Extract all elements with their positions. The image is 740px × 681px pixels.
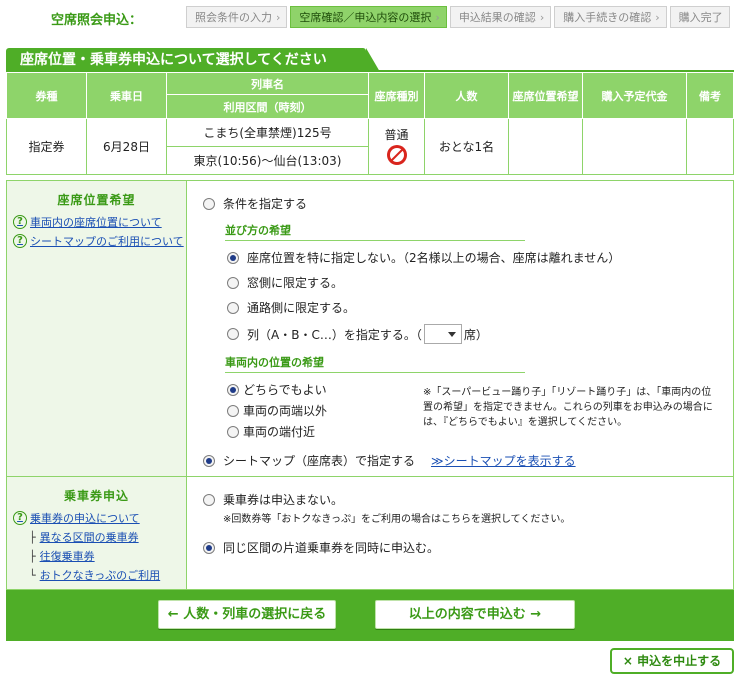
cell-train-name: こまち(全車禁煙)125号 <box>166 118 369 147</box>
seat-position-heading: 座席位置希望 <box>57 193 136 207</box>
column-select[interactable] <box>423 324 462 344</box>
chevron-right-icon: › <box>435 11 440 24</box>
cell-section: 東京(10:56)～仙台(13:03) <box>166 146 369 175</box>
page-title: 座席位置・乗車券申込について選択してください <box>6 48 380 72</box>
ticket-side: 乗車券申込 ? 乗車券の申込について ├ 異なる区間の乗車券 ├ 往復乗車券 └ おトク… <box>7 477 187 589</box>
opt-no-ticket[interactable]: 乗車券は申込まない。 <box>203 491 719 508</box>
header-section: 利用区間（時刻） <box>166 94 369 119</box>
submit-button[interactable]: 以上の内容で申込む → <box>375 600 575 629</box>
ticket-heading: 乗車券申込 <box>63 489 129 503</box>
radio-near-ends[interactable] <box>227 425 239 438</box>
seat-position-main: 条件を指定する 並び方の希望 座席位置を特に指定しない。（2名様以上の場合、座席… <box>187 181 733 476</box>
opt-window[interactable]: 窓側に限定する。 <box>227 274 719 291</box>
help-link-seat-position[interactable]: ? 車両内の座席位置について <box>13 214 180 230</box>
opt-same-section[interactable]: 同じ区間の片道乗車券を同時に申込む。 <box>203 539 719 556</box>
radio-window[interactable] <box>227 276 239 289</box>
help-link-ticket[interactable]: ? 乗車券の申込について <box>13 510 180 526</box>
action-bar: ← 人数・列車の選択に戻る 以上の内容で申込む → <box>6 590 734 641</box>
radio-no-preference[interactable] <box>227 251 239 264</box>
radio-column[interactable] <box>227 328 239 340</box>
opt-near-ends[interactable]: 車両の端付近 <box>227 423 423 440</box>
header-seat-type: 座席種別 <box>368 72 425 119</box>
radio-specify-conditions[interactable] <box>203 197 215 210</box>
no-ticket-note: ※回数券等「おトクなきっぷ」をご利用の場合はこちらを選択してください。 <box>223 514 571 525</box>
opt-seatmap[interactable]: シートマップ（座席表）で指定する ≫シートマップを表示する <box>203 452 719 469</box>
position-note: ※「スーパービュー踊り子」「リゾート踊り子」は、「車両内の位置の希望」を指定でき… <box>423 387 713 428</box>
seat-position-row: 座席位置希望 ? 車両内の座席位置について ? シートマップのご利用について 条件を… <box>7 181 733 476</box>
opt-no-preference[interactable]: 座席位置を特に指定しない。（2名様以上の場合、座席は離れません） <box>227 249 719 266</box>
page-title-banner: 座席位置・乗車券申込について選択してください <box>6 48 734 72</box>
show-seatmap-link[interactable]: ≫シートマップを表示する <box>431 452 576 469</box>
arrangement-heading: 並び方の希望 <box>225 222 525 241</box>
train-info-table: 券種 乗車日 列車名 座席種別 人数 座席位置希望 購入予定代金 備考 利用区間… <box>6 72 734 175</box>
header-seat-pref: 座席位置希望 <box>508 72 583 119</box>
radio-same-section[interactable] <box>203 541 215 554</box>
header-ticket-type: 券種 <box>6 72 87 119</box>
chevron-right-icon: › <box>276 11 281 24</box>
cell-remarks <box>686 118 734 175</box>
step-input-conditions: 照会条件の入力 › <box>186 6 288 28</box>
position-heading: 車両内の位置の希望 <box>225 354 525 373</box>
header-price: 購入予定代金 <box>582 72 687 119</box>
cell-seat-pref <box>508 118 583 175</box>
opt-either[interactable]: どちらでもよい <box>227 381 423 398</box>
step-confirm-result: 申込結果の確認 › <box>449 6 552 28</box>
cell-ticket-type: 指定券 <box>6 118 87 175</box>
step-list: 照会条件の入力 › 空席確認／申込内容の選択 › 申込結果の確認 › 購入手続きの確認… <box>186 6 733 28</box>
question-icon: ? <box>13 215 27 229</box>
help-link-seatmap[interactable]: ? シートマップのご利用について <box>13 233 184 249</box>
step-label: 空席照会申込： <box>51 13 143 28</box>
link-different-section[interactable]: ├ 異なる区間の乗車券 <box>29 529 180 545</box>
link-discount-tickets[interactable]: └ おトクなきっぷのご利用 <box>29 567 180 583</box>
opt-aisle[interactable]: 通路側に限定する。 <box>227 299 719 316</box>
header-train-name: 列車名 <box>166 72 369 95</box>
ticket-row: 乗車券申込 ? 乗車券の申込について ├ 異なる区間の乗車券 ├ 往復乗車券 └ おトク… <box>7 476 733 589</box>
header-date: 乗車日 <box>86 72 167 119</box>
radio-not-ends[interactable] <box>227 404 239 417</box>
step-bar: 空席照会申込： 照会条件の入力 › 空席確認／申込内容の選択 › 申込結果の確認 › … <box>0 0 740 34</box>
step-select-contents: 空席確認／申込内容の選択 › <box>290 6 447 28</box>
seat-position-side: 座席位置希望 ? 車両内の座席位置について ? シートマップのご利用について <box>7 181 187 476</box>
cancel-button[interactable]: × 申込を中止する <box>610 648 734 674</box>
question-icon: ? <box>13 511 27 525</box>
step-complete: 購入完了 <box>669 6 730 28</box>
options-panel: 座席位置希望 ? 車両内の座席位置について ? シートマップのご利用について 条件を… <box>6 180 734 590</box>
chevron-right-icon: › <box>539 11 545 24</box>
cell-price <box>582 118 687 175</box>
question-icon: ? <box>13 234 27 248</box>
cell-seat-type: 普通 <box>368 118 425 175</box>
opt-specify-conditions[interactable]: 条件を指定する <box>203 195 719 212</box>
back-button[interactable]: ← 人数・列車の選択に戻る <box>158 600 336 629</box>
no-smoking-icon <box>386 144 407 165</box>
cell-date: 6月28日 <box>86 118 167 175</box>
cell-people: おとな1名 <box>424 118 509 175</box>
radio-either[interactable] <box>227 383 239 396</box>
radio-seatmap[interactable] <box>203 454 215 467</box>
link-round-trip[interactable]: ├ 往復乗車券 <box>29 548 180 564</box>
chevron-right-icon: › <box>655 11 660 24</box>
ticket-main: 乗車券は申込まない。 ※回数券等「おトクなきっぷ」をご利用の場合はこちらを選択し… <box>187 477 733 589</box>
opt-not-ends[interactable]: 車両の両端以外 <box>227 402 423 419</box>
header-remarks: 備考 <box>686 72 734 119</box>
radio-no-ticket[interactable] <box>203 493 215 506</box>
radio-aisle[interactable] <box>227 301 239 314</box>
header-people: 人数 <box>424 72 509 119</box>
step-confirm-purchase: 購入手続きの確認 › <box>554 6 667 28</box>
opt-column[interactable]: 列（A・B・C…）を指定する。（ 席） <box>227 324 719 344</box>
